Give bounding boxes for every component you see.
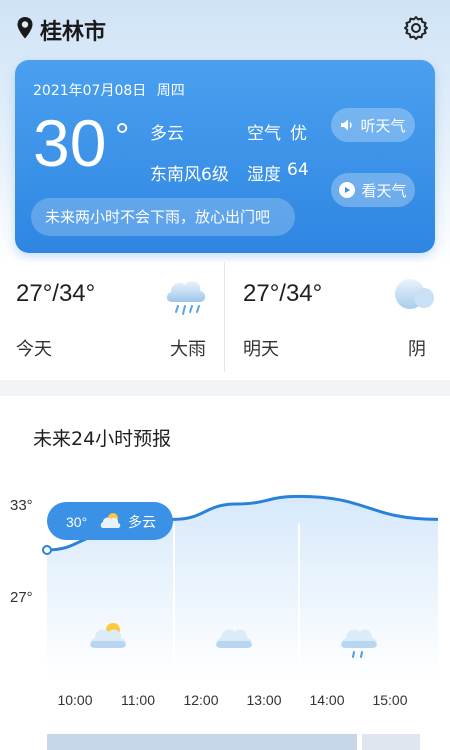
watch-weather-label: 看天气	[361, 181, 407, 200]
humidity-label: 湿度	[247, 165, 281, 185]
y-tick-label: 27°	[10, 589, 33, 606]
data-point	[42, 545, 52, 555]
x-tick-label: 14:00	[309, 692, 344, 708]
humidity-value: 64	[287, 160, 309, 180]
temperature-unit: °	[115, 115, 130, 156]
tooltip-condition: 多云	[128, 514, 156, 531]
rain-tip[interactable]: 未来两小时不会下雨，放心出门吧	[31, 198, 295, 236]
listen-weather-label: 听天气	[360, 116, 406, 135]
city-name[interactable]: 桂林市	[40, 14, 106, 46]
tomorrow-condition: 阴	[408, 339, 426, 360]
current-temperature: 30	[33, 106, 107, 180]
watch-weather-button[interactable]: 看天气	[331, 173, 415, 207]
weekday-text: 周四	[156, 83, 185, 99]
daily-summary: 27°/34° 今天 大雨 27°/34° 明天 阴	[0, 262, 450, 380]
current-date: 2021年07月08日 周四	[33, 80, 185, 100]
header: 桂林市	[0, 0, 450, 58]
day-divider	[224, 262, 225, 372]
air-quality-value: 优	[290, 124, 307, 144]
current-weather-card: 2021年07月08日 周四 30 ° 多云 东南风6级 空气 优 湿度 64 …	[15, 60, 435, 253]
today-condition: 大雨	[170, 339, 206, 360]
current-condition: 多云	[150, 124, 184, 144]
gear-icon[interactable]	[402, 14, 430, 42]
location-pin-icon[interactable]	[16, 16, 34, 40]
x-tick-label: 12:00	[183, 692, 218, 708]
x-tick-label: 11:00	[121, 692, 155, 708]
x-tick-label: 15:00	[372, 692, 407, 708]
speaker-icon	[341, 119, 353, 131]
date-text: 2021年07月08日	[33, 83, 147, 99]
overcast-cloud-icon	[395, 279, 434, 309]
tooltip-bubble: 30° 多云	[47, 502, 173, 540]
rain-cloud-icon	[166, 281, 206, 315]
hourly-forecast-chart[interactable]: 33° 27° 10:00 11:00 12:00 13:00 14:00 15:00 30° 多…	[0, 396, 450, 750]
play-icon	[339, 182, 356, 198]
y-tick-label: 33°	[10, 497, 33, 514]
air-quality-label: 空气	[247, 124, 281, 144]
forecast-panel: 未来24小时预报 33° 27° 10:00 11:00 12:00 13:00 14:00…	[0, 396, 450, 750]
listen-weather-button[interactable]: 听天气	[331, 108, 415, 142]
tomorrow-label: 明天	[243, 339, 279, 360]
x-tick-label: 10:00	[57, 692, 92, 708]
tooltip-temp: 30°	[66, 514, 87, 530]
wind-info: 东南风6级	[150, 165, 229, 185]
today-label: 今天	[16, 339, 52, 360]
tomorrow-temp-range: 27°/34°	[243, 280, 323, 307]
next-section-bar	[362, 734, 420, 750]
today-temp-range: 27°/34°	[16, 280, 96, 307]
x-tick-label: 13:00	[246, 692, 281, 708]
next-section-bar	[47, 734, 357, 750]
